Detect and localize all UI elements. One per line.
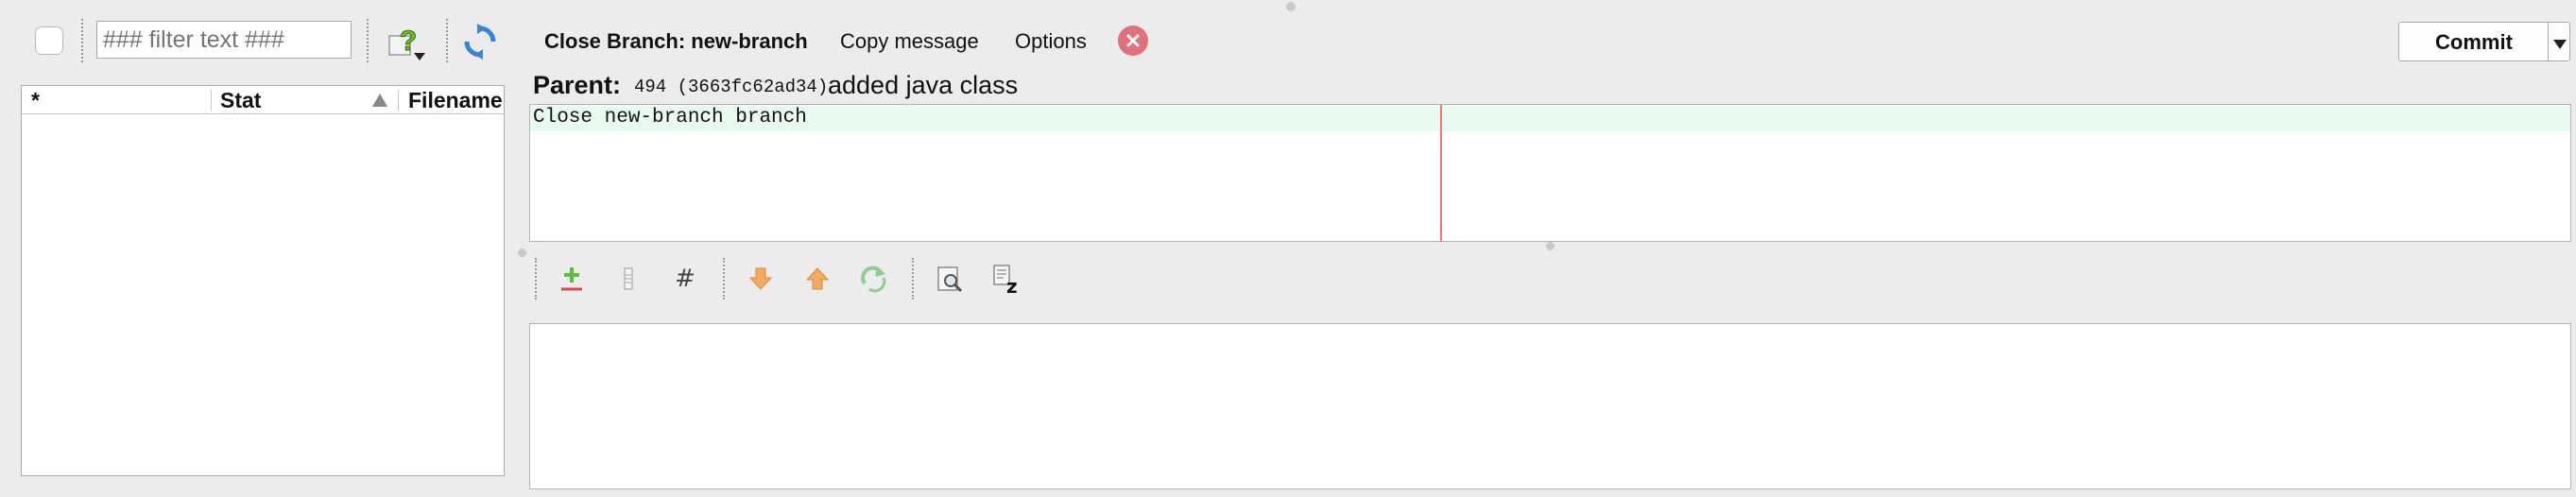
commit-button-label: Commit	[2435, 30, 2513, 54]
sort-ascending-icon	[372, 94, 387, 107]
message-line-1: Close new-branch branch	[533, 107, 807, 129]
left-splitter-handle[interactable]	[518, 248, 526, 257]
add-hunk-icon[interactable]	[556, 263, 588, 295]
select-all-checkbox[interactable]	[35, 26, 63, 55]
toolbar-separator	[81, 19, 83, 62]
current-line-highlight	[530, 105, 2570, 131]
diff-view[interactable]	[529, 323, 2571, 489]
column-divider	[398, 90, 399, 111]
margin-line	[1440, 105, 1442, 241]
refresh-diff-icon[interactable]	[858, 263, 890, 295]
toolbar-separator	[723, 258, 725, 300]
toolbar-separator	[446, 19, 448, 62]
commit-button-divider	[2548, 23, 2549, 60]
close-branch-button[interactable]: Close Branch: new-branch	[544, 29, 808, 54]
parent-revision: 494 (3663fc62ad34)	[634, 77, 829, 97]
toolbar-separator	[535, 258, 537, 300]
line-numbers-icon[interactable]: #	[669, 263, 701, 295]
next-hunk-icon[interactable]	[745, 263, 777, 295]
middle-splitter-handle[interactable]	[1546, 242, 1554, 250]
column-header-filename[interactable]: Filename	[408, 88, 503, 113]
prev-hunk-icon[interactable]	[801, 263, 833, 295]
top-splitter-handle[interactable]	[1286, 2, 1296, 11]
commit-dropdown-icon[interactable]	[2551, 36, 2568, 51]
zoom-icon[interactable]: z	[990, 263, 1024, 295]
column-header-stat[interactable]: Stat	[220, 88, 261, 113]
options-button[interactable]: Options	[1015, 29, 1087, 54]
commit-message-editor[interactable]: Close new-branch branch	[529, 104, 2571, 242]
toolbar-separator	[367, 19, 369, 62]
filter-input[interactable]	[96, 21, 352, 59]
column-header-star[interactable]: *	[31, 88, 40, 113]
commit-button[interactable]: Commit	[2398, 22, 2570, 61]
toolbar-separator	[912, 258, 914, 300]
svg-text:?: ?	[400, 26, 417, 57]
file-table-header: * Stat Filename	[22, 86, 504, 114]
parent-label: Parent:	[533, 71, 622, 99]
refresh-icon[interactable]	[461, 23, 499, 60]
svg-text:z: z	[1006, 275, 1018, 294]
find-icon[interactable]	[934, 263, 966, 295]
file-table[interactable]: * Stat Filename	[21, 85, 505, 476]
parent-summary: added java class	[828, 71, 1019, 99]
copy-message-button[interactable]: Copy message	[840, 29, 979, 54]
unknown-files-icon[interactable]: ?	[386, 23, 429, 62]
close-icon[interactable]	[1118, 26, 1148, 56]
exclude-icon[interactable]	[612, 263, 644, 295]
column-divider	[211, 90, 212, 111]
